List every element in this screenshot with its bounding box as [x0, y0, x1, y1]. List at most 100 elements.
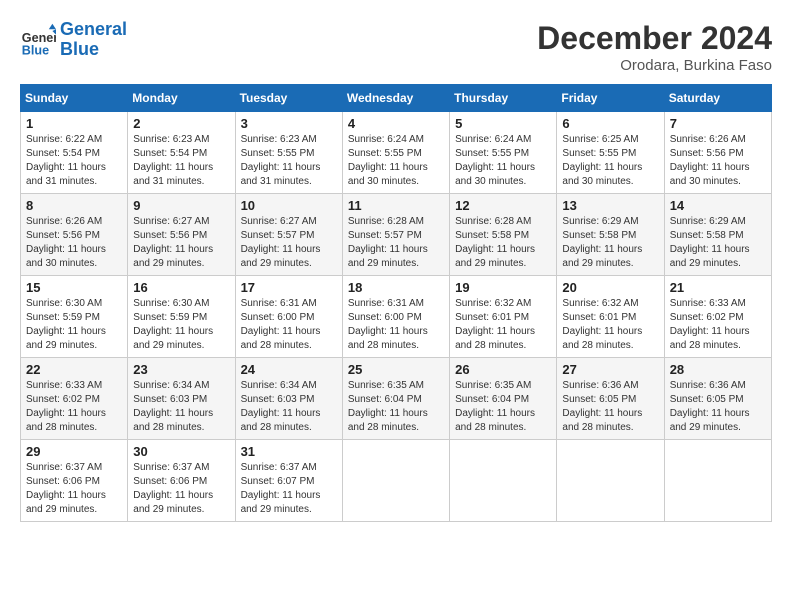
day-number: 26 — [455, 362, 551, 377]
day-info: Sunrise: 6:34 AM Sunset: 6:03 PM Dayligh… — [241, 379, 337, 435]
day-cell-14: 14 Sunrise: 6:29 AM Sunset: 5:58 PM Dayl… — [664, 194, 771, 276]
day-cell-2: 2 Sunrise: 6:23 AM Sunset: 5:54 PM Dayli… — [128, 112, 235, 194]
day-number: 24 — [241, 362, 337, 377]
day-cell-1: 1 Sunrise: 6:22 AM Sunset: 5:54 PM Dayli… — [21, 112, 128, 194]
day-cell-22: 22 Sunrise: 6:33 AM Sunset: 6:02 PM Dayl… — [21, 358, 128, 440]
day-number: 25 — [348, 362, 444, 377]
day-number: 27 — [562, 362, 658, 377]
logo: General Blue General Blue — [20, 20, 127, 60]
day-number: 16 — [133, 280, 229, 295]
day-number: 19 — [455, 280, 551, 295]
day-info: Sunrise: 6:37 AM Sunset: 6:06 PM Dayligh… — [26, 461, 122, 517]
day-number: 12 — [455, 198, 551, 213]
day-info: Sunrise: 6:32 AM Sunset: 6:01 PM Dayligh… — [562, 297, 658, 353]
day-cell-5: 5 Sunrise: 6:24 AM Sunset: 5:55 PM Dayli… — [450, 112, 557, 194]
day-info: Sunrise: 6:35 AM Sunset: 6:04 PM Dayligh… — [348, 379, 444, 435]
day-cell-27: 27 Sunrise: 6:36 AM Sunset: 6:05 PM Dayl… — [557, 358, 664, 440]
empty-cell — [664, 440, 771, 522]
day-cell-24: 24 Sunrise: 6:34 AM Sunset: 6:03 PM Dayl… — [235, 358, 342, 440]
title-area: December 2024 Orodara, Burkina Faso — [537, 20, 772, 74]
weekday-header-row: SundayMondayTuesdayWednesdayThursdayFrid… — [21, 85, 772, 112]
day-cell-8: 8 Sunrise: 6:26 AM Sunset: 5:56 PM Dayli… — [21, 194, 128, 276]
day-info: Sunrise: 6:24 AM Sunset: 5:55 PM Dayligh… — [348, 133, 444, 189]
day-info: Sunrise: 6:27 AM Sunset: 5:56 PM Dayligh… — [133, 215, 229, 271]
day-info: Sunrise: 6:23 AM Sunset: 5:55 PM Dayligh… — [241, 133, 337, 189]
day-cell-16: 16 Sunrise: 6:30 AM Sunset: 5:59 PM Dayl… — [128, 276, 235, 358]
calendar: SundayMondayTuesdayWednesdayThursdayFrid… — [20, 84, 772, 522]
day-info: Sunrise: 6:28 AM Sunset: 5:57 PM Dayligh… — [348, 215, 444, 271]
day-cell-26: 26 Sunrise: 6:35 AM Sunset: 6:04 PM Dayl… — [450, 358, 557, 440]
day-cell-15: 15 Sunrise: 6:30 AM Sunset: 5:59 PM Dayl… — [21, 276, 128, 358]
day-cell-28: 28 Sunrise: 6:36 AM Sunset: 6:05 PM Dayl… — [664, 358, 771, 440]
day-info: Sunrise: 6:25 AM Sunset: 5:55 PM Dayligh… — [562, 133, 658, 189]
day-info: Sunrise: 6:29 AM Sunset: 5:58 PM Dayligh… — [670, 215, 766, 271]
weekday-header-monday: Monday — [128, 85, 235, 112]
day-cell-18: 18 Sunrise: 6:31 AM Sunset: 6:00 PM Dayl… — [342, 276, 449, 358]
day-info: Sunrise: 6:35 AM Sunset: 6:04 PM Dayligh… — [455, 379, 551, 435]
day-number: 15 — [26, 280, 122, 295]
day-info: Sunrise: 6:37 AM Sunset: 6:07 PM Dayligh… — [241, 461, 337, 517]
day-cell-17: 17 Sunrise: 6:31 AM Sunset: 6:00 PM Dayl… — [235, 276, 342, 358]
day-info: Sunrise: 6:37 AM Sunset: 6:06 PM Dayligh… — [133, 461, 229, 517]
weekday-header-friday: Friday — [557, 85, 664, 112]
day-cell-25: 25 Sunrise: 6:35 AM Sunset: 6:04 PM Dayl… — [342, 358, 449, 440]
day-number: 22 — [26, 362, 122, 377]
day-info: Sunrise: 6:28 AM Sunset: 5:58 PM Dayligh… — [455, 215, 551, 271]
day-number: 3 — [241, 116, 337, 131]
header: General Blue General Blue December 2024 … — [20, 20, 772, 74]
day-number: 11 — [348, 198, 444, 213]
svg-text:Blue: Blue — [22, 43, 49, 57]
day-number: 7 — [670, 116, 766, 131]
day-number: 18 — [348, 280, 444, 295]
logo-general: General — [60, 19, 127, 39]
day-number: 17 — [241, 280, 337, 295]
day-info: Sunrise: 6:27 AM Sunset: 5:57 PM Dayligh… — [241, 215, 337, 271]
day-cell-11: 11 Sunrise: 6:28 AM Sunset: 5:57 PM Dayl… — [342, 194, 449, 276]
day-number: 14 — [670, 198, 766, 213]
day-cell-13: 13 Sunrise: 6:29 AM Sunset: 5:58 PM Dayl… — [557, 194, 664, 276]
day-number: 9 — [133, 198, 229, 213]
day-number: 29 — [26, 444, 122, 459]
empty-cell — [557, 440, 664, 522]
weekday-header-tuesday: Tuesday — [235, 85, 342, 112]
day-info: Sunrise: 6:34 AM Sunset: 6:03 PM Dayligh… — [133, 379, 229, 435]
logo-icon: General Blue — [20, 22, 56, 58]
day-number: 28 — [670, 362, 766, 377]
day-number: 8 — [26, 198, 122, 213]
day-number: 5 — [455, 116, 551, 131]
day-info: Sunrise: 6:26 AM Sunset: 5:56 PM Dayligh… — [26, 215, 122, 271]
day-info: Sunrise: 6:36 AM Sunset: 6:05 PM Dayligh… — [562, 379, 658, 435]
week-row-5: 29 Sunrise: 6:37 AM Sunset: 6:06 PM Dayl… — [21, 440, 772, 522]
logo-text: General Blue — [60, 20, 127, 60]
day-number: 23 — [133, 362, 229, 377]
day-number: 2 — [133, 116, 229, 131]
day-info: Sunrise: 6:26 AM Sunset: 5:56 PM Dayligh… — [670, 133, 766, 189]
day-info: Sunrise: 6:33 AM Sunset: 6:02 PM Dayligh… — [26, 379, 122, 435]
day-number: 30 — [133, 444, 229, 459]
day-info: Sunrise: 6:29 AM Sunset: 5:58 PM Dayligh… — [562, 215, 658, 271]
weekday-header-thursday: Thursday — [450, 85, 557, 112]
day-info: Sunrise: 6:36 AM Sunset: 6:05 PM Dayligh… — [670, 379, 766, 435]
day-cell-29: 29 Sunrise: 6:37 AM Sunset: 6:06 PM Dayl… — [21, 440, 128, 522]
day-number: 20 — [562, 280, 658, 295]
weekday-header-sunday: Sunday — [21, 85, 128, 112]
day-number: 4 — [348, 116, 444, 131]
week-row-4: 22 Sunrise: 6:33 AM Sunset: 6:02 PM Dayl… — [21, 358, 772, 440]
day-cell-10: 10 Sunrise: 6:27 AM Sunset: 5:57 PM Dayl… — [235, 194, 342, 276]
day-cell-4: 4 Sunrise: 6:24 AM Sunset: 5:55 PM Dayli… — [342, 112, 449, 194]
day-info: Sunrise: 6:31 AM Sunset: 6:00 PM Dayligh… — [348, 297, 444, 353]
day-cell-19: 19 Sunrise: 6:32 AM Sunset: 6:01 PM Dayl… — [450, 276, 557, 358]
empty-cell — [342, 440, 449, 522]
day-info: Sunrise: 6:31 AM Sunset: 6:00 PM Dayligh… — [241, 297, 337, 353]
day-number: 1 — [26, 116, 122, 131]
weekday-header-wednesday: Wednesday — [342, 85, 449, 112]
day-number: 31 — [241, 444, 337, 459]
day-info: Sunrise: 6:33 AM Sunset: 6:02 PM Dayligh… — [670, 297, 766, 353]
day-cell-6: 6 Sunrise: 6:25 AM Sunset: 5:55 PM Dayli… — [557, 112, 664, 194]
day-cell-20: 20 Sunrise: 6:32 AM Sunset: 6:01 PM Dayl… — [557, 276, 664, 358]
day-cell-23: 23 Sunrise: 6:34 AM Sunset: 6:03 PM Dayl… — [128, 358, 235, 440]
week-row-1: 1 Sunrise: 6:22 AM Sunset: 5:54 PM Dayli… — [21, 112, 772, 194]
week-row-2: 8 Sunrise: 6:26 AM Sunset: 5:56 PM Dayli… — [21, 194, 772, 276]
day-cell-9: 9 Sunrise: 6:27 AM Sunset: 5:56 PM Dayli… — [128, 194, 235, 276]
day-info: Sunrise: 6:32 AM Sunset: 6:01 PM Dayligh… — [455, 297, 551, 353]
